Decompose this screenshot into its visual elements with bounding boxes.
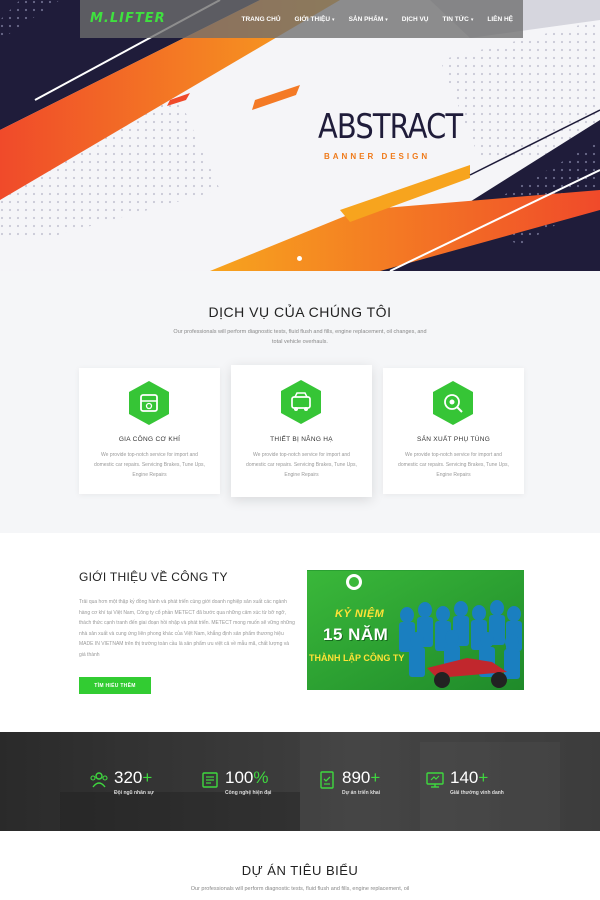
stat-label: Công nghệ hiện đại [225,790,272,796]
stat-number: 140+ [450,768,489,787]
service-card[interactable]: SẢN XUẤT PHỤ TÙNG We provide top-notch s… [383,368,524,494]
anniversary-line-3: THÀNH LẬP CÔNG TY [309,653,405,663]
services-description: Our professionals will perform diagnosti… [173,329,427,345]
anniversary-line-2: 15 NĂM [323,625,389,644]
stat-number: 320+ [114,768,153,787]
project-icon [320,771,334,789]
team-icon [90,772,108,788]
service-card-title: THIẾT BỊ NÂNG HẠ [270,436,333,443]
main-menu: TRANG CHỦ GIỚI THIỆU ▾ SẢN PHẨM ▾ DỊCH VỤ … [242,0,513,38]
service-card-title: GIA CÔNG CƠ KHÍ [118,436,181,443]
hero-background [0,0,600,271]
stat-label: Giải thưởng vinh danh [450,790,504,796]
chevron-down-icon: ▾ [332,16,335,23]
service-card-text: We provide top-notch service for import … [246,452,357,478]
projects-description: Our professionals will perform diagnosti… [190,886,410,892]
service-card-text: We provide top-notch service for import … [398,452,509,478]
technology-icon [202,772,218,788]
about-title: GIỚI THIỆU VỀ CÔNG TY [79,570,228,584]
nav-item-products[interactable]: SẢN PHẨM ▾ [349,16,388,23]
nav-item-services[interactable]: DỊCH VỤ [402,16,429,23]
projects-title: DỰ ÁN TIÊU BIỂU [241,863,359,878]
service-card-text: We provide top-notch service for import … [94,452,205,478]
stat-label: Dự án triển khai [342,790,381,796]
spare-parts-icon [433,381,473,425]
machining-icon [129,381,169,425]
award-icon [426,772,444,788]
nav-item-about[interactable]: GIỚI THIỆU ▾ [295,16,335,23]
services-title: DỊCH VỤ CỦA CHÚNG TÔI [208,304,392,320]
chevron-down-icon: ▾ [385,16,388,23]
service-card[interactable]: THIẾT BỊ NÂNG HẠ We provide top-notch se… [231,365,372,497]
about-text: Trải qua hơn một thập kỷ đồng hành và ph… [79,599,295,658]
hero-banner: ABSTRACT BANNER DESIGN [0,0,600,271]
lift-equipment-icon [281,380,321,424]
chevron-down-icon: ▾ [470,16,474,23]
hero-subtitle: BANNER DESIGN [324,152,431,161]
stat-number: 890+ [342,768,381,787]
hero-title: ABSTRACT [318,107,463,147]
learn-more-button[interactable]: TÌM HIỂU THÊM [79,677,151,694]
nav-item-contact[interactable]: LIÊN HỆ [487,16,513,23]
stats-section: 320+ Đội ngũ nhân sự 100% Công nghệ hiện… [0,732,600,831]
slider-dot[interactable] [297,256,302,261]
nav-item-home[interactable]: TRANG CHỦ [242,16,281,23]
anniversary-image[interactable]: KỶ NIỆM 15 NĂM THÀNH LẬP CÔNG TY [307,570,524,690]
stat-number: 100% [225,768,269,787]
top-navigation: M.LIFTER TRANG CHỦ GIỚI THIỆU ▾ SẢN PHẨM ▾… [80,0,523,38]
service-card[interactable]: GIA CÔNG CƠ KHÍ We provide top-notch ser… [79,368,220,494]
nav-item-news[interactable]: TIN TỨC ▾ [442,16,473,23]
anniversary-line-1: KỶ NIỆM [335,608,385,620]
services-section: DỊCH VỤ CỦA CHÚNG TÔI Our professionals … [0,271,600,533]
stat-label: Đội ngũ nhân sự [114,790,154,796]
service-card-title: SẢN XUẤT PHỤ TÙNG [416,436,491,443]
site-logo[interactable]: M.LIFTER [90,11,166,26]
